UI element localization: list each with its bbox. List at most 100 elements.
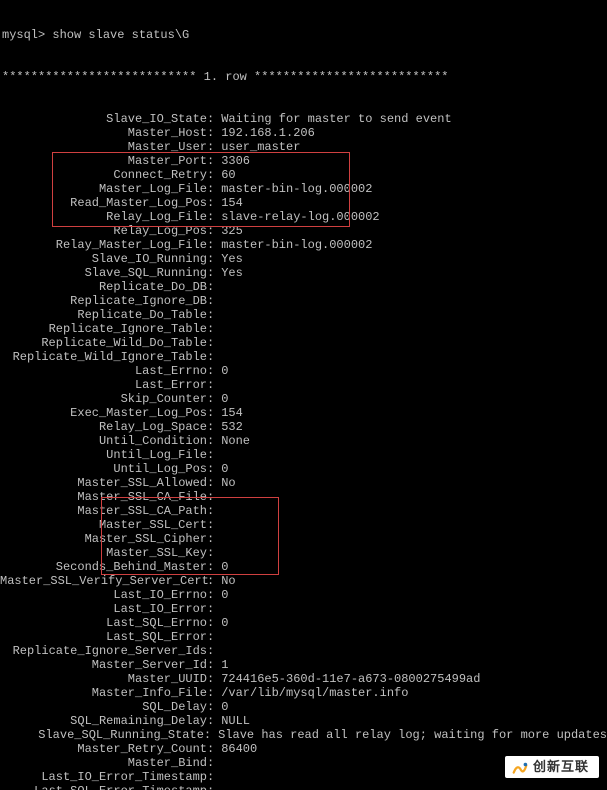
status-row: Master_Retry_Count: 86400: [0, 742, 607, 756]
status-label: Last_IO_Errno: [0, 588, 207, 602]
status-label: Slave_SQL_Running_State: [0, 728, 204, 742]
status-value: [214, 630, 607, 644]
status-value: [214, 350, 607, 364]
colon-separator: :: [207, 490, 214, 504]
status-row: Master_Port: 3306: [0, 154, 607, 168]
status-value: [214, 518, 607, 532]
status-value: user_master: [214, 140, 607, 154]
colon-separator: :: [207, 224, 214, 238]
status-row: Master_SSL_Verify_Server_Cert: No: [0, 574, 607, 588]
status-value: 532: [214, 420, 607, 434]
colon-separator: :: [207, 434, 214, 448]
status-value: None: [214, 434, 607, 448]
status-value: Waiting for master to send event: [214, 112, 607, 126]
colon-separator: :: [207, 756, 214, 770]
status-value: 0: [214, 364, 607, 378]
status-label: Master_Retry_Count: [0, 742, 207, 756]
colon-separator: :: [207, 518, 214, 532]
colon-separator: :: [207, 294, 214, 308]
colon-separator: :: [207, 280, 214, 294]
colon-separator: :: [207, 392, 214, 406]
status-value: 0: [214, 700, 607, 714]
status-label: Last_Errno: [0, 364, 207, 378]
status-label: SQL_Remaining_Delay: [0, 714, 207, 728]
status-label: Master_SSL_Verify_Server_Cert: [0, 574, 207, 588]
status-value: [214, 280, 607, 294]
status-value: Yes: [214, 252, 607, 266]
status-label: Relay_Master_Log_File: [0, 238, 207, 252]
status-value: 1: [214, 658, 607, 672]
status-label: Master_Bind: [0, 756, 207, 770]
colon-separator: :: [207, 182, 214, 196]
colon-separator: :: [207, 336, 214, 350]
status-label: Exec_Master_Log_Pos: [0, 406, 207, 420]
status-row: Replicate_Ignore_Server_Ids:: [0, 644, 607, 658]
status-row: Connect_Retry: 60: [0, 168, 607, 182]
colon-separator: :: [207, 504, 214, 518]
status-label: Replicate_Wild_Ignore_Table: [0, 350, 207, 364]
status-row: Replicate_Ignore_DB:: [0, 294, 607, 308]
status-label: Last_SQL_Error_Timestamp: [0, 784, 207, 790]
status-label: Replicate_Do_Table: [0, 308, 207, 322]
status-row: Replicate_Wild_Ignore_Table:: [0, 350, 607, 364]
colon-separator: :: [207, 126, 214, 140]
status-value: /var/lib/mysql/master.info: [214, 686, 607, 700]
status-label: Last_IO_Error_Timestamp: [0, 770, 207, 784]
status-row: Replicate_Wild_Do_Table:: [0, 336, 607, 350]
colon-separator: :: [207, 784, 214, 790]
status-label: Seconds_Behind_Master: [0, 560, 207, 574]
status-value: [214, 378, 607, 392]
colon-separator: :: [204, 728, 211, 742]
status-value: 325: [214, 224, 607, 238]
status-label: Last_SQL_Errno: [0, 616, 207, 630]
status-row: Master_SSL_Cert:: [0, 518, 607, 532]
status-row: Last_IO_Errno: 0: [0, 588, 607, 602]
status-label: Master_SSL_Cipher: [0, 532, 207, 546]
status-value: 724416e5-360d-11e7-a673-0800275499ad: [214, 672, 607, 686]
watermark-logo-icon: [511, 760, 529, 778]
status-value: 0: [214, 392, 607, 406]
status-label: Master_Host: [0, 126, 207, 140]
colon-separator: :: [207, 462, 214, 476]
status-label: Master_Info_File: [0, 686, 207, 700]
status-row: Replicate_Do_Table:: [0, 308, 607, 322]
status-row: SQL_Remaining_Delay: NULL: [0, 714, 607, 728]
status-label: Read_Master_Log_Pos: [0, 196, 207, 210]
status-label: Master_SSL_Key: [0, 546, 207, 560]
colon-separator: :: [207, 630, 214, 644]
status-value: [214, 602, 607, 616]
status-row: Master_SSL_Allowed: No: [0, 476, 607, 490]
status-label: Master_SSL_Cert: [0, 518, 207, 532]
colon-separator: :: [207, 532, 214, 546]
status-value: [214, 532, 607, 546]
status-row: Slave_SQL_Running: Yes: [0, 266, 607, 280]
status-row: Seconds_Behind_Master: 0: [0, 560, 607, 574]
status-label: Replicate_Ignore_Table: [0, 322, 207, 336]
status-label: Last_SQL_Error: [0, 630, 207, 644]
status-label: Replicate_Do_DB: [0, 280, 207, 294]
status-label: Replicate_Ignore_Server_Ids: [0, 644, 207, 658]
status-label: Master_SSL_CA_File: [0, 490, 207, 504]
status-label: Master_Server_Id: [0, 658, 207, 672]
colon-separator: :: [207, 476, 214, 490]
status-value: 0: [214, 462, 607, 476]
status-label: Master_Port: [0, 154, 207, 168]
colon-separator: :: [207, 658, 214, 672]
colon-separator: :: [207, 406, 214, 420]
row-separator-header: *************************** 1. row *****…: [0, 70, 607, 84]
colon-separator: :: [207, 672, 214, 686]
status-value: 154: [214, 406, 607, 420]
status-row: Replicate_Ignore_Table:: [0, 322, 607, 336]
status-row: Master_Info_File: /var/lib/mysql/master.…: [0, 686, 607, 700]
status-value: 0: [214, 560, 607, 574]
colon-separator: :: [207, 602, 214, 616]
colon-separator: :: [207, 238, 214, 252]
colon-separator: :: [207, 322, 214, 336]
colon-separator: :: [207, 588, 214, 602]
status-label: Master_SSL_Allowed: [0, 476, 207, 490]
status-label: Until_Log_Pos: [0, 462, 207, 476]
status-label: Replicate_Wild_Do_Table: [0, 336, 207, 350]
status-value: No: [214, 574, 607, 588]
status-row: SQL_Delay: 0: [0, 700, 607, 714]
colon-separator: :: [207, 168, 214, 182]
